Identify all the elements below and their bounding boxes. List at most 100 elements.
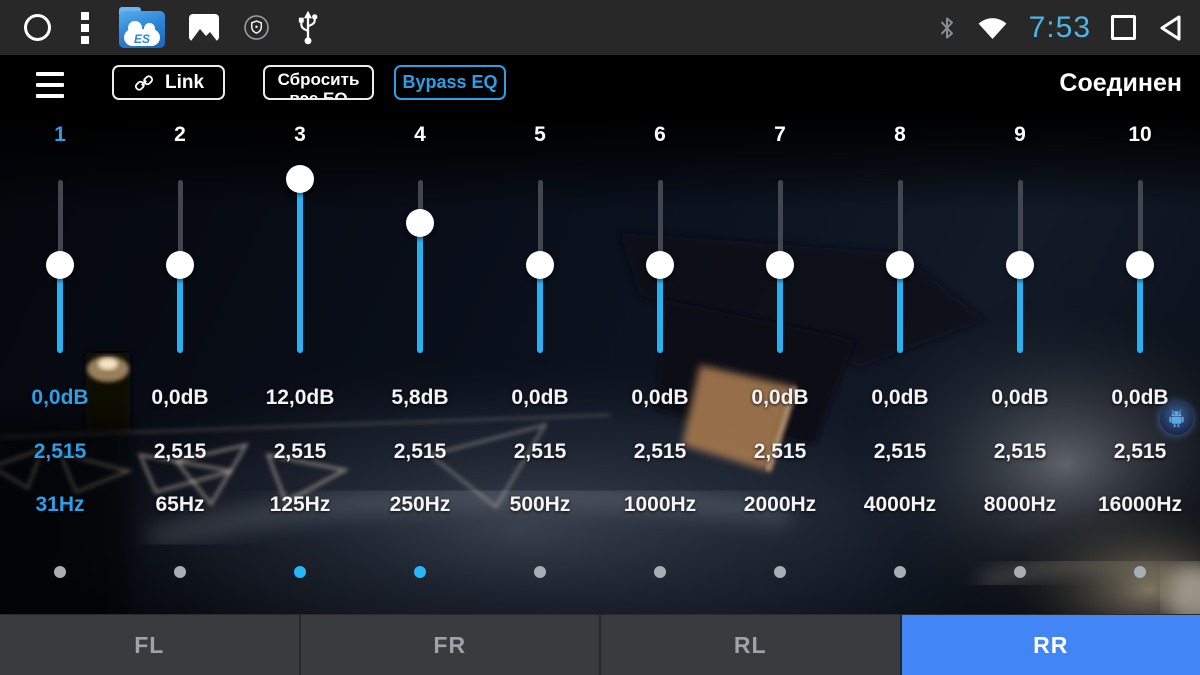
- band-gain-value: 5,8dB: [360, 385, 480, 411]
- band-q-value: 2,515: [360, 439, 480, 465]
- slider-thumb[interactable]: [286, 165, 314, 193]
- band-indicator-dot: [294, 566, 306, 578]
- recents-button[interactable]: [1111, 15, 1136, 40]
- band-number: 2: [120, 123, 240, 147]
- band-number: 5: [480, 123, 600, 147]
- overflow-menu-icon[interactable]: [75, 10, 95, 46]
- es-file-explorer-icon: ES: [119, 7, 165, 48]
- channel-tab-rr[interactable]: RR: [902, 615, 1200, 675]
- band-gain-slider[interactable]: [406, 180, 434, 353]
- reset-all-eq-button[interactable]: Сбросить все EQ: [263, 65, 374, 100]
- band-number: 8: [840, 123, 960, 147]
- band-gain-value: 0,0dB: [120, 385, 240, 411]
- band-indicator-dot: [774, 566, 786, 578]
- band-number: 6: [600, 123, 720, 147]
- slider-thumb[interactable]: [886, 251, 914, 279]
- band-frequency: 250Hz: [360, 492, 480, 518]
- band-frequency: 31Hz: [0, 492, 120, 518]
- band-indicator-dot: [1134, 566, 1146, 578]
- eq-band: 6 0,0dB 2,515 1000Hz: [600, 115, 720, 614]
- band-indicator-dot: [654, 566, 666, 578]
- status-bar-left: ES: [24, 0, 322, 55]
- band-number: 9: [960, 123, 1080, 147]
- eq-band: 7 0,0dB 2,515 2000Hz: [720, 115, 840, 614]
- band-gain-slider[interactable]: [46, 180, 74, 353]
- band-q-value: 2,515: [480, 439, 600, 465]
- slider-thumb[interactable]: [766, 251, 794, 279]
- bypass-button-label: Bypass EQ: [402, 72, 497, 93]
- security-shield-icon: [243, 14, 270, 41]
- menu-icon[interactable]: [36, 72, 64, 98]
- reset-button-label: Сбросить все EQ: [265, 67, 372, 100]
- band-frequency: 2000Hz: [720, 492, 840, 518]
- band-frequency: 1000Hz: [600, 492, 720, 518]
- band-q-value: 2,515: [600, 439, 720, 465]
- slider-thumb[interactable]: [166, 251, 194, 279]
- slider-thumb[interactable]: [1006, 251, 1034, 279]
- band-q-value: 2,515: [720, 439, 840, 465]
- band-gain-slider[interactable]: [646, 180, 674, 353]
- bypass-eq-button[interactable]: Bypass EQ: [394, 65, 506, 100]
- band-gain-slider[interactable]: [886, 180, 914, 353]
- band-q-value: 2,515: [840, 439, 960, 465]
- band-q-value: 2,515: [120, 439, 240, 465]
- slider-thumb[interactable]: [46, 251, 74, 279]
- clock: 7:53: [1029, 11, 1091, 45]
- band-frequency: 500Hz: [480, 492, 600, 518]
- band-number: 1: [0, 123, 120, 147]
- eq-band: 8 0,0dB 2,515 4000Hz: [840, 115, 960, 614]
- band-gain-slider[interactable]: [1006, 180, 1034, 353]
- band-gain-slider[interactable]: [766, 180, 794, 353]
- channel-tab-rl[interactable]: RL: [601, 615, 902, 675]
- band-gain-value: 0,0dB: [720, 385, 840, 411]
- gallery-icon: [189, 14, 219, 41]
- android-overlay-button[interactable]: [1160, 402, 1193, 435]
- back-button[interactable]: [1156, 13, 1186, 43]
- band-number: 4: [360, 123, 480, 147]
- band-gain-slider[interactable]: [1126, 180, 1154, 353]
- band-frequency: 8000Hz: [960, 492, 1080, 518]
- connection-status: Соединен: [1059, 69, 1182, 98]
- band-gain-value: 0,0dB: [600, 385, 720, 411]
- band-indicator-dot: [894, 566, 906, 578]
- band-indicator-dot: [414, 566, 426, 578]
- bluetooth-icon: [938, 14, 956, 42]
- channel-tab-bar: FLFRRLRR: [0, 614, 1200, 675]
- band-gain-value: 0,0dB: [840, 385, 960, 411]
- band-gain-value: 0,0dB: [960, 385, 1080, 411]
- eq-band: 3 12,0dB 2,515 125Hz: [240, 115, 360, 614]
- usb-icon: [294, 9, 322, 46]
- channel-tab-fl[interactable]: FL: [0, 615, 301, 675]
- band-number: 10: [1080, 123, 1200, 147]
- wifi-icon: [976, 14, 1009, 41]
- android-robot-icon: [1168, 409, 1185, 428]
- slider-thumb[interactable]: [1126, 251, 1154, 279]
- band-gain-slider[interactable]: [166, 180, 194, 353]
- slider-thumb[interactable]: [526, 251, 554, 279]
- band-indicator-dot: [534, 566, 546, 578]
- link-button[interactable]: Link: [112, 65, 225, 100]
- band-number: 7: [720, 123, 840, 147]
- equalizer-bands: 1 0,0dB 2,515 31Hz 2 0,0dB 2,515 65Hz 3: [0, 115, 1200, 614]
- slider-fill: [417, 223, 423, 353]
- slider-fill: [297, 180, 303, 353]
- band-q-value: 2,515: [960, 439, 1080, 465]
- slider-thumb[interactable]: [406, 209, 434, 237]
- channel-tab-fr[interactable]: FR: [301, 615, 602, 675]
- eq-band: 4 5,8dB 2,515 250Hz: [360, 115, 480, 614]
- band-indicator-dot: [54, 566, 66, 578]
- slider-thumb[interactable]: [646, 251, 674, 279]
- band-number: 3: [240, 123, 360, 147]
- band-gain-value: 0,0dB: [480, 385, 600, 411]
- eq-band: 10 0,0dB 2,515 16000Hz: [1080, 115, 1200, 614]
- eq-band: 9 0,0dB 2,515 8000Hz: [960, 115, 1080, 614]
- chain-link-icon: [133, 72, 155, 94]
- band-q-value: 2,515: [1080, 439, 1200, 465]
- band-frequency: 125Hz: [240, 492, 360, 518]
- band-frequency: 4000Hz: [840, 492, 960, 518]
- band-gain-value: 0,0dB: [0, 385, 120, 411]
- band-gain-slider[interactable]: [526, 180, 554, 353]
- band-gain-slider[interactable]: [286, 180, 314, 353]
- band-q-value: 2,515: [0, 439, 120, 465]
- record-circle-icon[interactable]: [24, 14, 51, 41]
